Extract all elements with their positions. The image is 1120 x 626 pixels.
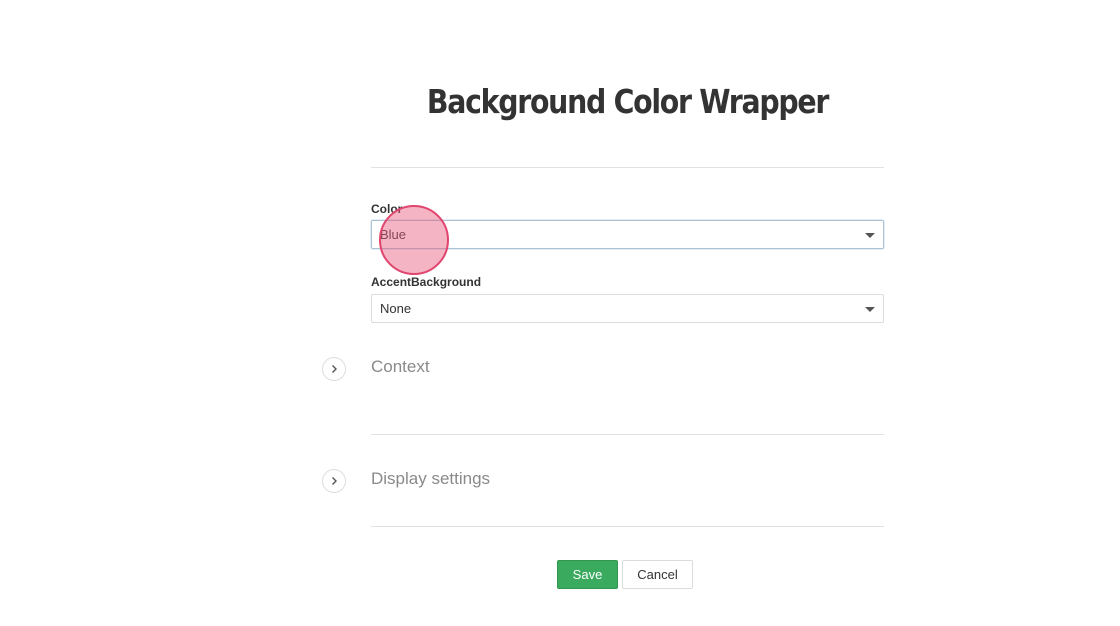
accent-background-select[interactable]: None bbox=[371, 294, 884, 323]
chevron-right-icon bbox=[332, 477, 337, 485]
color-select[interactable]: Blue bbox=[371, 220, 884, 249]
display-settings-divider bbox=[371, 526, 884, 527]
dialog-page: Background Color Wrapper Color Blue Acce… bbox=[0, 0, 1120, 626]
color-select-value: Blue bbox=[380, 227, 407, 242]
top-divider bbox=[371, 167, 884, 168]
display-settings-section-title[interactable]: Display settings bbox=[371, 469, 490, 489]
accent-background-select-value: None bbox=[380, 301, 412, 316]
accent-background-label: AccentBackground bbox=[371, 275, 482, 289]
dropdown-caret-icon bbox=[865, 307, 875, 312]
dropdown-caret-icon bbox=[865, 233, 875, 238]
context-section-title[interactable]: Context bbox=[371, 357, 430, 377]
cancel-button[interactable]: Cancel bbox=[622, 560, 693, 589]
chevron-right-icon bbox=[332, 365, 337, 373]
context-expand-button[interactable] bbox=[322, 357, 346, 381]
display-settings-expand-button[interactable] bbox=[322, 469, 346, 493]
context-divider bbox=[371, 434, 884, 435]
save-button[interactable]: Save bbox=[557, 560, 618, 589]
page-title: Background Color Wrapper bbox=[426, 82, 829, 121]
color-label: Color bbox=[371, 202, 403, 216]
